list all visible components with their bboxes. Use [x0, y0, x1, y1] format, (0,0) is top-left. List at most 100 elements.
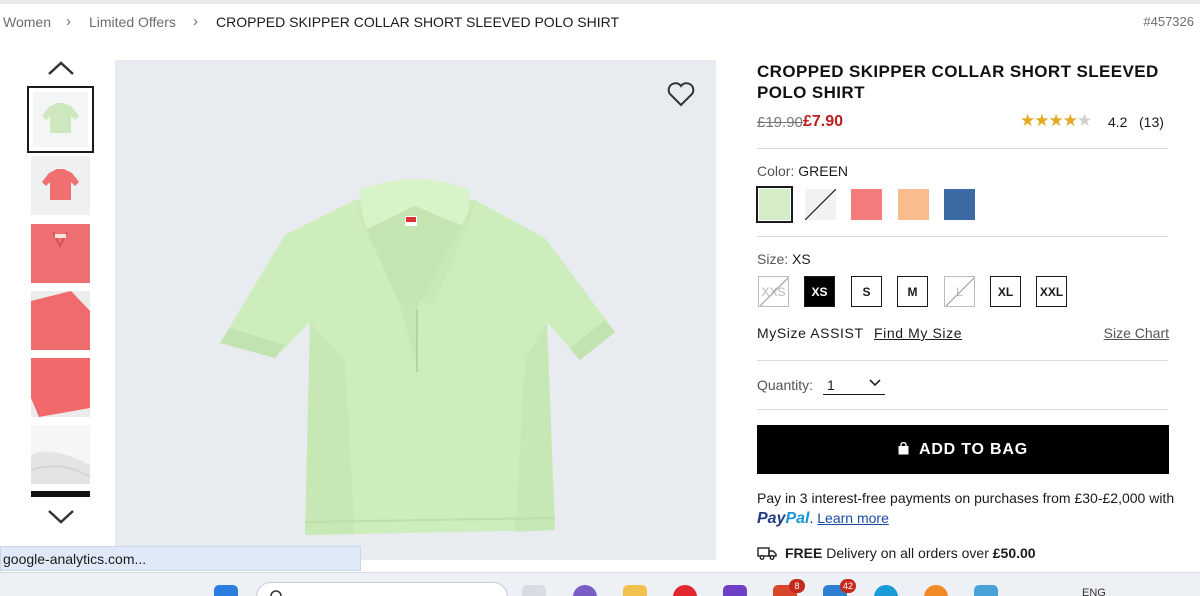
edge-icon[interactable] [874, 585, 898, 596]
chat-icon[interactable] [573, 585, 597, 596]
color-label: Color: GREEN [757, 163, 848, 179]
size-l-button[interactable]: L [944, 276, 975, 307]
thumbnail-partial[interactable] [31, 491, 90, 497]
size-text: XL [997, 284, 1014, 299]
delivery-free: FREE [785, 545, 823, 561]
product-number: #457326 [1143, 14, 1194, 29]
breadcrumb: Women › Limited Offers › CROPPED SKIPPER… [0, 4, 1200, 40]
thumbnail-pink-model[interactable] [31, 224, 90, 283]
size-m-button[interactable]: M [897, 276, 928, 307]
heart-icon [667, 82, 695, 107]
thumbnail-image [31, 358, 90, 417]
color-swatch-pink[interactable] [851, 189, 882, 220]
breadcrumb-limited-offers[interactable]: Limited Offers [89, 14, 176, 30]
app-icon[interactable] [723, 585, 747, 596]
file-explorer-icon[interactable] [623, 585, 647, 596]
app-icon[interactable] [974, 585, 998, 596]
breadcrumb-current: CROPPED SKIPPER COLLAR SHORT SLEEVED POL… [216, 14, 620, 30]
divider [757, 236, 1168, 237]
status-bar-url: google-analytics.com... [0, 546, 361, 571]
thumbnail-image [42, 169, 79, 200]
add-to-bag-button[interactable]: ADD TO BAG [757, 425, 1169, 474]
selected-color: GREEN [798, 163, 849, 179]
windows-start-icon[interactable] [214, 585, 238, 596]
thumbnail-scroll-down-button[interactable] [46, 507, 76, 529]
opera-icon[interactable] [673, 585, 697, 596]
size-text: XXL [1039, 284, 1064, 299]
color-swatch-green[interactable] [756, 186, 793, 223]
truck-icon [757, 547, 777, 560]
task-view-icon[interactable] [522, 585, 546, 596]
thumbnail-pink-fabric[interactable] [31, 358, 90, 417]
thumbnail-pink-detail[interactable] [31, 291, 90, 350]
paypal-logo-pal: Pal [785, 510, 810, 527]
star-icon: ★★★★ [1020, 111, 1078, 130]
color-swatch-white[interactable] [805, 189, 836, 220]
size-xl-button[interactable]: XL [990, 276, 1021, 307]
size-xs-button[interactable]: XS [804, 276, 835, 307]
size-chart-link[interactable]: Size Chart [1104, 325, 1169, 341]
size-label-text: Size: [757, 251, 789, 267]
wishlist-button[interactable] [666, 79, 696, 109]
thumbnail-scroll-up-button[interactable] [46, 58, 76, 80]
size-s-button[interactable]: S [851, 276, 882, 307]
taskbar-search-box[interactable] [256, 582, 508, 596]
mysize-assist-label: MySize ASSIST [757, 325, 864, 341]
selected-size: XS [792, 251, 811, 267]
polo-shirt-image [220, 179, 615, 535]
rating-value: 4.2 [1108, 114, 1128, 130]
thumbnail-column [26, 56, 96, 536]
paypal-logo: PayPal [757, 510, 810, 527]
size-text: S [862, 284, 871, 299]
color-swatch-blue[interactable] [944, 189, 975, 220]
unavailable-slash-icon [805, 189, 836, 220]
size-xxl-button[interactable]: XXL [1036, 276, 1067, 307]
thumbnail-image [42, 103, 79, 133]
color-swatch-orange[interactable] [898, 189, 929, 220]
size-xxs-button[interactable]: XXS [758, 276, 789, 307]
product-title: CROPPED SKIPPER COLLAR SHORT SLEEVED POL… [757, 62, 1159, 102]
original-price: £19.90 [757, 114, 803, 131]
breadcrumb-women[interactable]: Women [3, 14, 51, 30]
bag-icon [898, 442, 909, 455]
quantity-value: 1 [827, 377, 835, 393]
size-label: Size: XS [757, 251, 811, 267]
find-my-size-link[interactable]: Find My Size [874, 325, 962, 341]
delivery-threshold: £50.00 [992, 545, 1036, 561]
breadcrumb-separator: › [193, 13, 198, 30]
paypal-logo-pay: Pay [757, 510, 786, 527]
chevron-up-icon [48, 61, 74, 75]
thumbnail-image [31, 291, 90, 350]
thumbnail-white-fabric[interactable] [30, 425, 91, 484]
delivery-info: FREE Delivery on all orders over £50.00 [757, 545, 1036, 561]
thumbnail-image [30, 451, 91, 484]
thumbnail-image [31, 224, 90, 283]
taskbar: 8 42 ENG [0, 572, 1200, 596]
learn-more-link[interactable]: Learn more [817, 510, 889, 526]
paypal-text: Pay in 3 interest-free payments on purch… [757, 490, 1175, 506]
color-label-text: Color: [757, 163, 795, 179]
rating-stars[interactable]: ★★★★★ [1020, 111, 1092, 131]
size-text: XS [811, 284, 828, 299]
firefox-icon[interactable] [924, 585, 948, 596]
size-text: M [907, 284, 918, 299]
paypal-installments: Pay in 3 interest-free payments on purch… [757, 490, 1175, 527]
review-count[interactable]: (13) [1139, 114, 1164, 130]
chevron-down-icon [48, 510, 74, 524]
add-to-bag-label: ADD TO BAG [918, 440, 1029, 458]
star-icon: ★ [1076, 111, 1092, 130]
notification-badge: 8 [789, 579, 805, 593]
thumbnail-pink-front[interactable] [31, 156, 90, 215]
notification-badge: 42 [840, 579, 856, 593]
thumbnail-green-front[interactable] [27, 86, 94, 153]
quantity-label: Quantity: [757, 377, 814, 393]
breadcrumb-separator: › [66, 13, 71, 30]
quantity-select[interactable]: 1 [823, 374, 885, 395]
delivery-text: Delivery on all orders over [822, 545, 993, 561]
unavailable-slash [945, 277, 974, 306]
divider [757, 409, 1168, 410]
chevron-down-icon [869, 379, 881, 387]
product-main-image [115, 60, 716, 560]
sale-price: £7.90 [803, 113, 844, 130]
divider [757, 148, 1168, 149]
